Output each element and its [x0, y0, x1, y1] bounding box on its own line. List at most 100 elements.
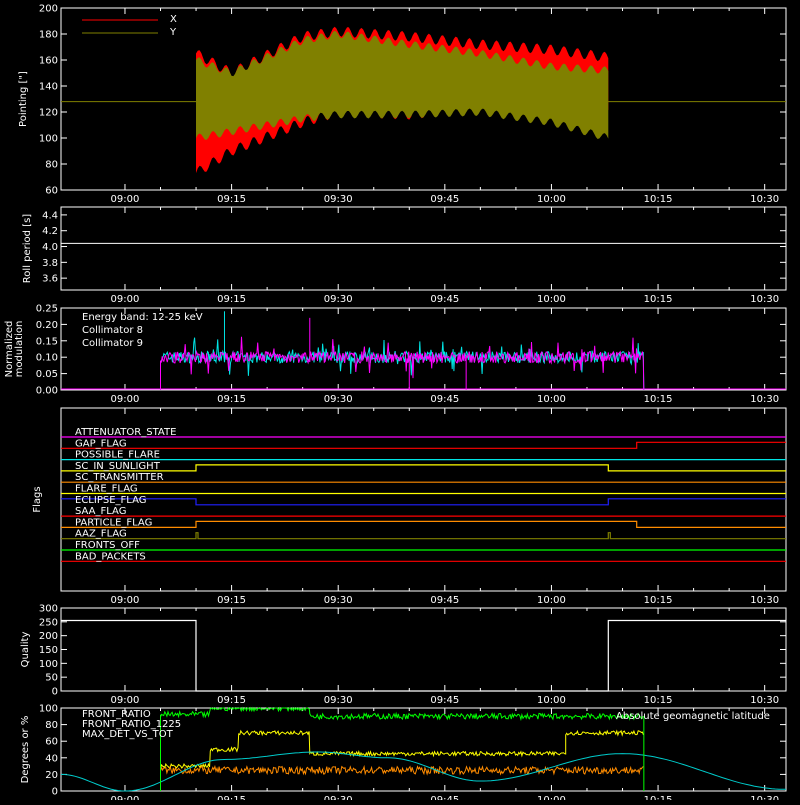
x-tick-label: 10:00 — [537, 695, 566, 706]
x-tick-label: 10:00 — [537, 194, 566, 205]
y-axis-label: Flags — [32, 486, 43, 512]
y-tick-label: 0.10 — [36, 353, 58, 364]
legend-label-collimator-9: Collimator 9 — [82, 338, 143, 349]
y-tick-label: 0.25 — [36, 304, 58, 315]
flag-label-aaz-flag: AAZ_FLAG — [75, 529, 127, 540]
y-axis-label: Pointing ["] — [18, 71, 29, 127]
y-axis-label: modulation — [14, 321, 25, 378]
x-tick-label: 09:45 — [430, 294, 459, 305]
x-tick-label: 10:30 — [750, 595, 779, 606]
legend-label-max-det-vs-tot: MAX_DET_VS_TOT — [82, 729, 174, 740]
flag-line-gap-flag — [61, 441, 786, 449]
y-tick-label: 180 — [39, 30, 58, 41]
legend-label-y: Y — [169, 27, 177, 38]
y-tick-label: 100 — [39, 704, 58, 715]
y-tick-label: 20 — [45, 770, 58, 781]
x-tick-label: 10:00 — [537, 795, 566, 800]
x-tick-label: 09:00 — [111, 294, 140, 305]
series-max-det-vs-tot — [160, 764, 644, 776]
x-tick-label: 09:30 — [324, 795, 353, 800]
x-tick-label: 09:00 — [111, 394, 140, 405]
plot-stage: 09:00 09:15 09:30 09:45 10:00 10:15 10:30 60 80 1… — [0, 0, 800, 805]
x-tick-label: 10:15 — [644, 294, 673, 305]
y-axis-label: Degrees or % — [20, 716, 31, 784]
y-tick-label: 4.0 — [42, 242, 58, 253]
flag-label-possible-flare: POSSIBLE_FLARE — [75, 450, 160, 461]
series-front-ratio — [160, 729, 644, 769]
flag-label-fronts-off: FRONTS_OFF — [75, 540, 140, 551]
y-tick-label: 4.4 — [42, 210, 58, 221]
x-tick-label: 10:15 — [644, 695, 673, 706]
y-tick-label: 80 — [45, 720, 58, 731]
modulation-series-collimator-9 — [160, 336, 645, 391]
flag-line-eclipse-flag — [61, 498, 786, 506]
y-tick-label: 4.2 — [42, 226, 58, 237]
y-tick-label: 0.05 — [36, 369, 58, 380]
x-tick-label: 09:15 — [217, 595, 246, 606]
modulation-series-collimator-8 — [160, 337, 645, 391]
flag-label-sc-in-sunlight: SC_IN_SUNLIGHT — [75, 461, 161, 472]
flag-label-eclipse-flag: ECLIPSE_FLAG — [75, 495, 146, 506]
y-tick-label: 0 — [52, 787, 58, 798]
y-tick-label: 0 — [52, 687, 58, 698]
x-tick-label: 09:00 — [111, 695, 140, 706]
y-axis-label: Roll period [s] — [22, 214, 33, 283]
flag-label-gap-flag: GAP_FLAG — [75, 438, 127, 449]
x-tick-label: 10:30 — [750, 194, 779, 205]
x-tick-label: 10:15 — [644, 595, 673, 606]
x-tick-label: 09:15 — [217, 194, 246, 205]
y-tick-label: 3.8 — [42, 258, 58, 269]
flag-line-particle-flag — [61, 520, 786, 528]
x-tick-label: 09:15 — [217, 294, 246, 305]
series-front-ratio-1225 — [160, 706, 644, 722]
flag-label-flare-flag: FLARE_FLAG — [75, 484, 138, 495]
modulation-energy-band: Energy band: 12-25 keV — [82, 312, 203, 323]
legend-label-x: X — [170, 14, 177, 25]
y-tick-label: 300 — [39, 604, 58, 615]
y-tick-label: 60 — [45, 186, 58, 197]
y-tick-label: 150 — [39, 645, 58, 656]
x-tick-label: 09:00 — [111, 595, 140, 606]
y-tick-label: 40 — [45, 753, 58, 764]
flag-line-sc-in-sunlight — [61, 464, 786, 472]
x-tick-label: 10:00 — [537, 294, 566, 305]
x-tick-label: 09:45 — [430, 595, 459, 606]
x-tick-label: 09:30 — [324, 595, 353, 606]
y-tick-label: 250 — [39, 617, 58, 628]
x-tick-label: 10:00 — [537, 394, 566, 405]
x-tick-label: 09:30 — [324, 695, 353, 706]
y-tick-label: 0.20 — [36, 320, 58, 331]
x-tick-label: 10:15 — [644, 795, 673, 800]
flag-label-saa-flag: SAA_FLAG — [75, 506, 126, 517]
pointing-band-y — [196, 30, 609, 140]
x-tick-label: 09:30 — [324, 394, 353, 405]
y-tick-label: 60 — [45, 737, 58, 748]
y-axis-label: Quality — [20, 632, 31, 668]
panel-frame-2 — [60, 206, 787, 291]
legend-label-collimator-8: Collimator 8 — [82, 325, 143, 336]
x-tick-label: 09:45 — [430, 394, 459, 405]
flag-line-aaz-flag — [61, 532, 786, 540]
y-tick-label: 200 — [39, 4, 58, 15]
x-tick-label: 09:45 — [430, 695, 459, 706]
legend-label-geomagnetic-latitude: Absolute geomagnetic latitude — [616, 711, 770, 722]
x-tick-label: 10:30 — [750, 294, 779, 305]
x-tick-label: 09:15 — [217, 695, 246, 706]
y-tick-label: 100 — [39, 134, 58, 145]
flag-label-sc-transmitter: SC_TRANSMITTER — [75, 472, 164, 483]
y-tick-label: 80 — [45, 160, 58, 171]
series-geomagnetic-latitude — [60, 751, 786, 792]
flag-label-attenuator-state: ATTENUATOR_STATE — [75, 427, 176, 438]
y-tick-label: 100 — [39, 659, 58, 670]
flag-label-bad-packets: BAD_PACKETS — [75, 551, 146, 562]
x-tick-label: 10:15 — [644, 194, 673, 205]
x-tick-label: 09:00 — [111, 795, 140, 800]
x-tick-label: 09:30 — [324, 294, 353, 305]
y-tick-label: 50 — [45, 673, 58, 684]
flag-label-particle-flag: PARTICLE_FLAG — [75, 517, 152, 528]
x-tick-label: 10:15 — [644, 394, 673, 405]
y-tick-label: 140 — [39, 82, 58, 93]
y-tick-label: 3.6 — [42, 274, 58, 285]
x-tick-label: 09:15 — [217, 394, 246, 405]
x-tick-label: 10:00 — [537, 595, 566, 606]
